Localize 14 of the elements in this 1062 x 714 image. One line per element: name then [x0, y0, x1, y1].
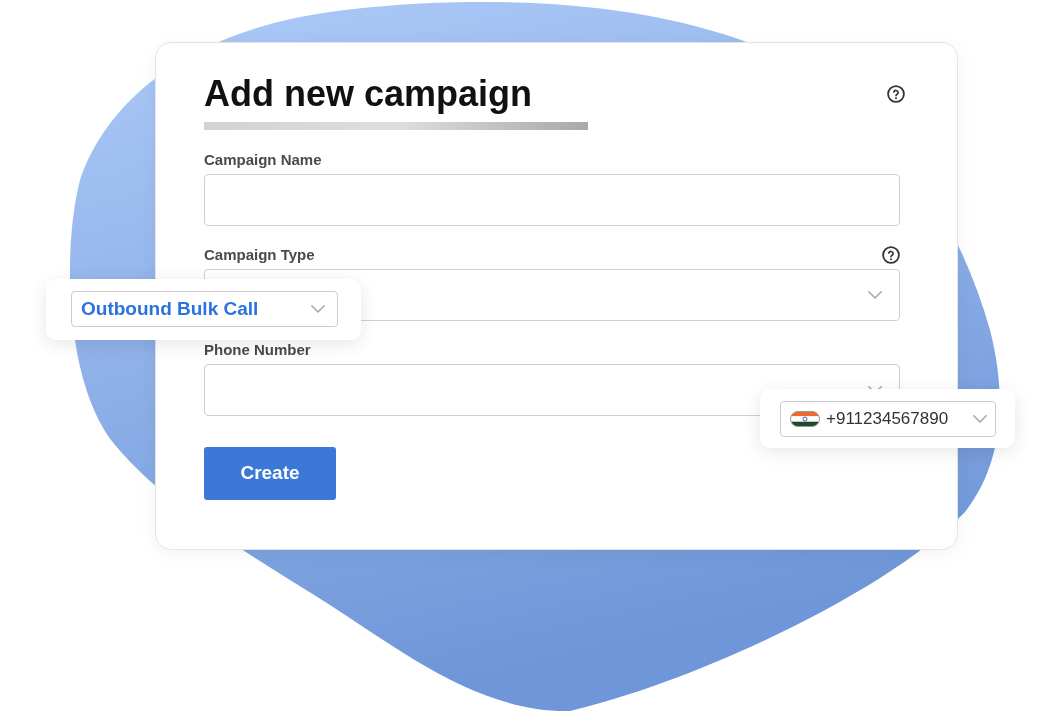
dropdown-field[interactable]: Outbound Bulk Call [71, 291, 338, 327]
field-label: Campaign Type [204, 245, 315, 265]
field-label: Campaign Name [204, 150, 322, 170]
chevron-down-icon [311, 305, 325, 313]
help-icon[interactable] [882, 246, 900, 264]
flag-icon [790, 411, 820, 427]
input-field[interactable] [204, 174, 900, 226]
help-icon[interactable] [887, 84, 905, 103]
chevron-down-icon [973, 415, 987, 423]
field-label: Phone Number [204, 340, 311, 360]
form-title: Add new campaign [204, 72, 533, 115]
create-button[interactable]: Create [204, 447, 336, 500]
phone-dropdown-field[interactable]: +911234567890 [780, 401, 996, 437]
chevron-down-icon [868, 291, 882, 299]
